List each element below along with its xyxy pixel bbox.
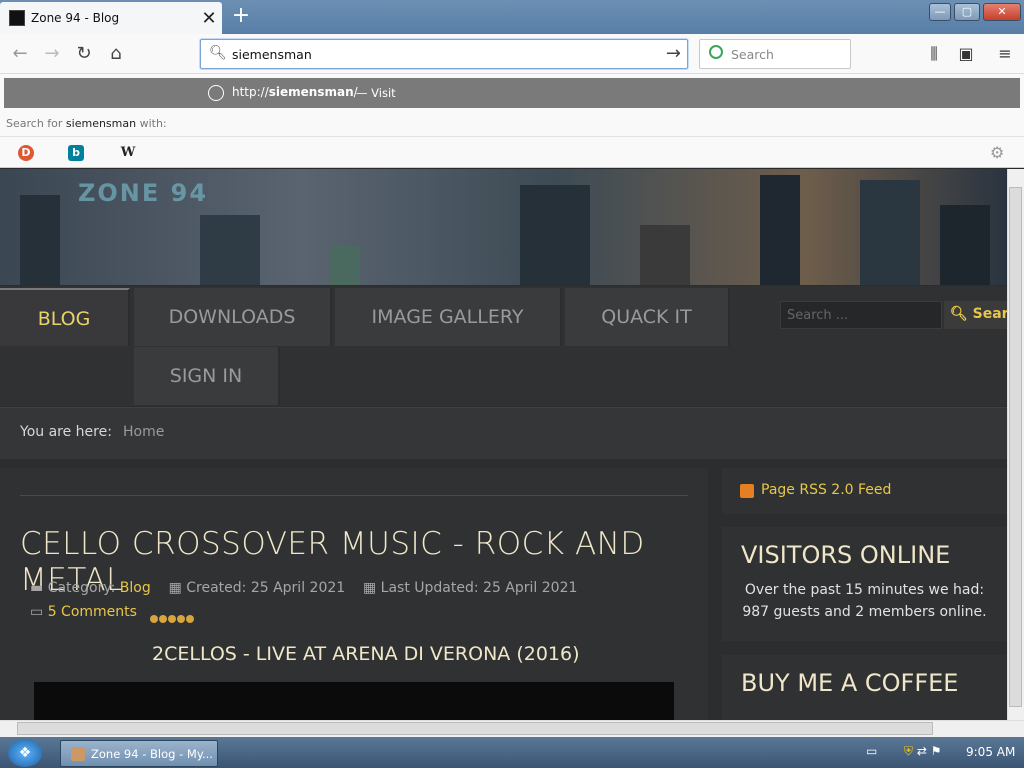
- visitors-online-module: VISITORS ONLINE Over the past 15 minutes…: [722, 527, 1007, 641]
- visit-label: — Visit: [356, 86, 396, 100]
- clock[interactable]: 9:05 AM: [966, 745, 1015, 759]
- home-icon[interactable]: ⌂: [102, 40, 130, 68]
- sidebar-icon[interactable]: ▣: [954, 42, 978, 66]
- visitors-heading: VISITORS ONLINE: [741, 541, 951, 569]
- breadcrumb: You are here: Home: [0, 407, 1007, 459]
- url-bar[interactable]: 🔍︎ siemensman →: [200, 39, 688, 69]
- keyboard-icon[interactable]: ▭: [866, 744, 877, 758]
- folder-icon: ▬: [30, 580, 44, 596]
- calendar-icon: ▦: [362, 580, 377, 596]
- reload-icon[interactable]: ↻: [70, 40, 98, 68]
- flag-icon[interactable]: ⚑: [931, 744, 942, 758]
- forward-arrow-icon[interactable]: →: [38, 40, 66, 68]
- rss-module: Page RSS 2.0 Feed: [722, 468, 1007, 514]
- close-window-button[interactable]: ✕: [983, 3, 1021, 21]
- search-engine-row: D b W ⚙: [0, 136, 1024, 168]
- new-tab-button[interactable]: +: [228, 4, 254, 30]
- site-banner: ZONE 94: [0, 169, 1007, 285]
- network-icon[interactable]: ⇄: [917, 744, 927, 758]
- autocomplete-url: http://siemensman/: [232, 85, 358, 99]
- comment-icon: ▭: [30, 604, 44, 620]
- menu-item-image-gallery[interactable]: IMAGE GALLERY: [335, 288, 562, 346]
- article-container: CELLO CROSSOVER MUSIC - ROCK AND METAL ▬…: [0, 468, 708, 720]
- breadcrumb-home-link[interactable]: Home: [123, 424, 164, 440]
- url-autocomplete-dropdown: http://siemensman/ — Visit Search for si…: [0, 74, 1024, 168]
- tab-close-icon[interactable]: ✕: [196, 8, 222, 29]
- rating-stars[interactable]: [150, 608, 195, 627]
- library-icon[interactable]: ⫼: [922, 42, 946, 66]
- site-favicon-icon: [9, 10, 25, 26]
- gear-icon[interactable]: ⚙: [990, 143, 1004, 162]
- search-icon: 🔍︎: [950, 306, 968, 322]
- comments-link[interactable]: ▭ 5 Comments: [30, 604, 137, 620]
- wikipedia-icon[interactable]: W: [120, 145, 136, 161]
- menu-item-downloads[interactable]: DOWNLOADS: [134, 288, 332, 346]
- rss-feed-link[interactable]: Page RSS 2.0 Feed: [761, 482, 891, 498]
- menu-item-blog[interactable]: BLOG: [0, 288, 130, 346]
- autocomplete-visit-row[interactable]: http://siemensman/ — Visit: [4, 78, 1020, 108]
- rating-star-icon[interactable]: [186, 615, 194, 623]
- site-search-input[interactable]: Search ...: [780, 301, 942, 329]
- navigation-bar: ← → ↻ ⌂ 🔍︎ siemensman → Search ⫼ ▣ ≡: [0, 34, 1024, 74]
- search-for-label: Search for siemensman with:: [6, 117, 167, 130]
- rating-star-icon[interactable]: [177, 615, 185, 623]
- search-icon: 🔍︎: [209, 45, 227, 61]
- tab-zone94-blog[interactable]: Zone 94 - Blog ✕: [0, 2, 222, 34]
- main-menu: BLOG DOWNLOADS IMAGE GALLERY QUACK IT SI…: [0, 286, 1007, 406]
- category-link[interactable]: Blog: [120, 580, 151, 596]
- visitors-text: Over the past 15 minutes we had: 987 gues…: [742, 582, 987, 620]
- tab-bar: Zone 94 - Blog ✕ + — ▢ ✕: [0, 0, 1024, 34]
- minimize-button[interactable]: —: [929, 3, 951, 21]
- tab-title: Zone 94 - Blog: [31, 11, 120, 25]
- buy-me-coffee-module: BUY ME A COFFEE: [722, 655, 1007, 720]
- search-placeholder: Search: [731, 47, 774, 62]
- search-engine-icon: [709, 45, 723, 59]
- maximize-button[interactable]: ▢: [954, 3, 980, 21]
- breadcrumb-label: You are here:: [20, 424, 112, 440]
- coffee-heading: BUY ME A COFFEE: [741, 669, 959, 697]
- taskbar-item-firefox[interactable]: Zone 94 - Blog - My...: [60, 740, 218, 767]
- calendar-icon: ▦: [168, 580, 182, 596]
- start-button[interactable]: ❖: [8, 739, 42, 767]
- horizontal-scroll-thumb[interactable]: [17, 722, 933, 735]
- video-embed[interactable]: [34, 682, 674, 720]
- search-field[interactable]: Search: [699, 39, 851, 69]
- shield-icon[interactable]: ⛨: [904, 744, 913, 758]
- divider: [20, 495, 688, 496]
- web-page: ZONE 94 BLOG DOWNLOADS IMAGE GALLERY QUA…: [0, 169, 1007, 720]
- rating-star-icon[interactable]: [150, 615, 158, 623]
- article-meta: ▬ Category: Blog ▦ Created: 25 April 202…: [30, 580, 577, 596]
- duckduckgo-icon[interactable]: D: [18, 145, 34, 161]
- created-date: Created: 25 April 2021: [186, 580, 346, 596]
- menu-item-sign-in[interactable]: SIGN IN: [134, 347, 280, 405]
- menu-item-quack-it[interactable]: QUACK IT: [565, 288, 730, 346]
- category-label: Category:: [47, 580, 116, 596]
- rating-star-icon[interactable]: [159, 615, 167, 623]
- back-arrow-icon[interactable]: ←: [6, 40, 34, 68]
- menu-icon[interactable]: ≡: [993, 42, 1017, 66]
- globe-icon: [208, 85, 224, 101]
- url-input[interactable]: siemensman: [232, 47, 312, 62]
- system-tray: ▭ ⛨ ⇄ ⚑: [866, 744, 942, 759]
- bing-icon[interactable]: b: [68, 145, 84, 161]
- updated-date: Last Updated: 25 April 2021: [380, 580, 578, 596]
- vertical-scroll-thumb[interactable]: [1009, 187, 1022, 707]
- firefox-icon: [71, 747, 85, 761]
- go-arrow-icon[interactable]: →: [666, 43, 681, 64]
- site-logo[interactable]: ZONE 94: [78, 179, 208, 207]
- rating-star-icon[interactable]: [168, 615, 176, 623]
- article-subtitle: 2CELLOS - LIVE AT ARENA DI VERONA (2016): [152, 643, 580, 665]
- site-search-button[interactable]: 🔍︎ Search: [944, 301, 1007, 329]
- rss-icon: [740, 484, 754, 498]
